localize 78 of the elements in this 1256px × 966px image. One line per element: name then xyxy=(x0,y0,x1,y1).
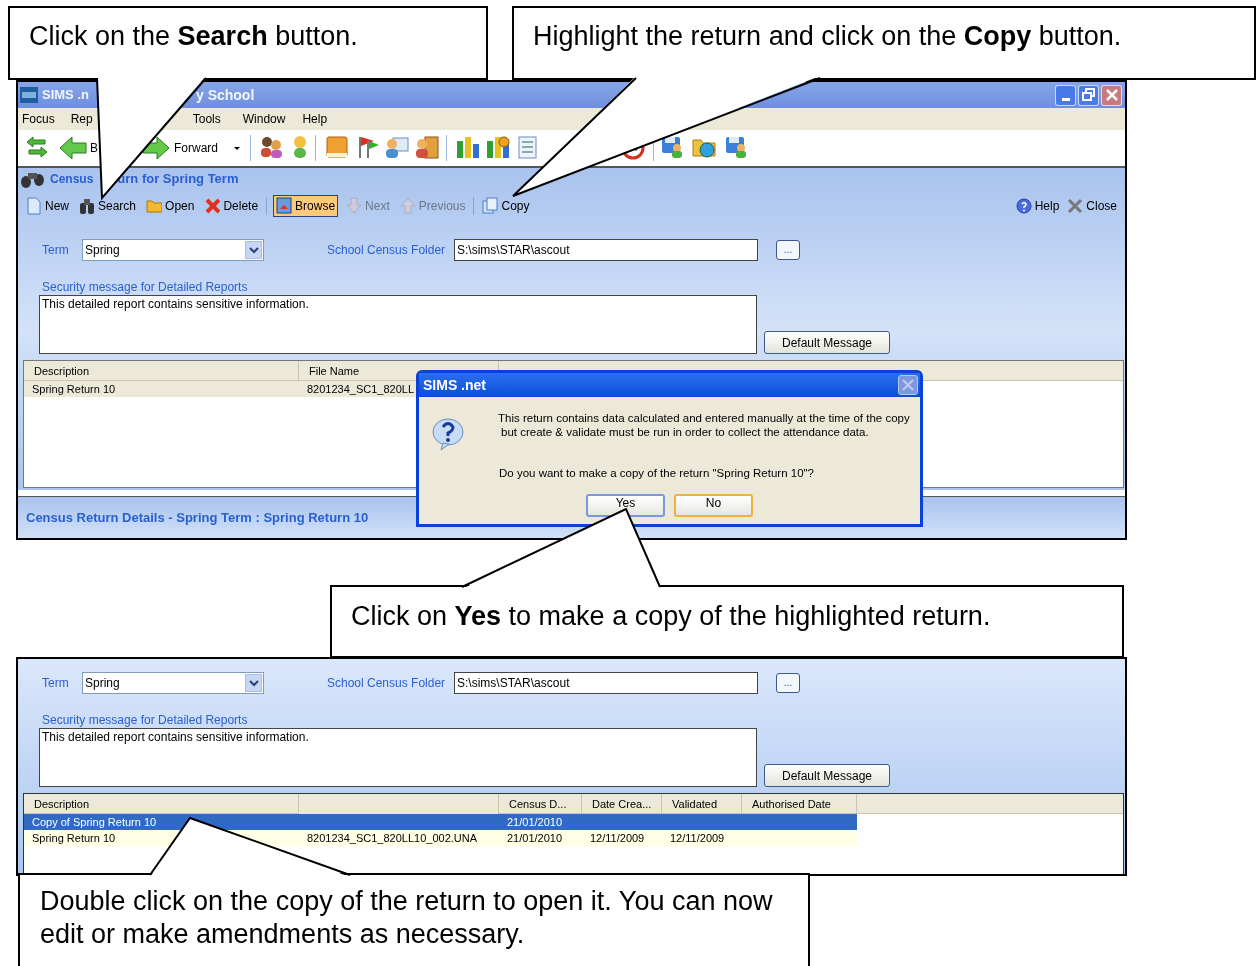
dialog-button[interactable]: No xyxy=(674,494,753,517)
back-button[interactable]: B xyxy=(59,136,98,160)
dropdown[interactable]: Spring xyxy=(82,239,264,261)
field-label: School Census Folder xyxy=(327,675,447,692)
table-cell: 21/01/2010 xyxy=(507,832,563,844)
toolbar-button[interactable]: Close xyxy=(1067,197,1117,215)
person-card-icon xyxy=(384,135,411,161)
table-cell: 8201234_SC1_820LL10_002.UNA xyxy=(307,832,478,844)
grid-row[interactable]: Copy of Spring Return 10 21/01/2010 xyxy=(24,814,857,830)
table-cell: 8201234_SC1_820LL xyxy=(307,383,415,395)
toolbar-button[interactable]: Browse xyxy=(273,195,339,217)
table-cell: 12/11/2009 xyxy=(590,832,645,844)
folder-icon xyxy=(146,197,163,215)
minimize-icon xyxy=(1061,97,1070,101)
field-label: Security message for Detailed Reports xyxy=(42,713,249,728)
close-icon xyxy=(1067,198,1084,214)
dropdown[interactable]: Spring xyxy=(82,672,264,694)
bar-chart-icon xyxy=(455,135,482,161)
table-cell: Spring Return 10 xyxy=(32,832,116,844)
help-icon xyxy=(1015,198,1032,214)
window-title: y School xyxy=(195,85,255,105)
window-title: SIMS .n xyxy=(42,86,89,105)
book-icon xyxy=(324,135,351,161)
copy-icon xyxy=(482,197,499,215)
default-message-button[interactable]: Default Message xyxy=(764,764,890,787)
toolbar-button[interactable]: Help xyxy=(1015,197,1060,215)
app-logo-icon xyxy=(20,87,38,103)
close-icon xyxy=(901,378,915,392)
question-icon xyxy=(431,417,467,453)
browse-icon xyxy=(276,197,293,215)
text-area[interactable]: This detailed report contains sensitive information. xyxy=(39,728,757,787)
left-arrow-icon xyxy=(59,136,87,160)
callout: Highlight the return and click on the Copy button. xyxy=(512,6,1256,80)
table-cell: Spring Return 10 xyxy=(32,383,116,395)
default-message-button[interactable]: Default Message xyxy=(764,331,890,354)
input-field[interactable]: S:\sims\STAR\ascout xyxy=(454,239,758,261)
toolbar-button[interactable]: Copy xyxy=(480,195,532,217)
table-cell: 21/01/2010 xyxy=(507,816,563,828)
close-button[interactable] xyxy=(898,375,918,395)
menu-item[interactable]: Tools xyxy=(192,110,221,128)
new-document-icon xyxy=(26,197,42,215)
panel-title: Census Return Details - Spring Term : Spring Return 10 xyxy=(26,510,369,525)
field-label: Term xyxy=(42,675,70,692)
browse-button[interactable]: ... xyxy=(776,673,800,693)
restore-button[interactable] xyxy=(1078,84,1099,106)
right-arrow-icon xyxy=(142,136,170,160)
text-area[interactable]: This detailed report contains sensitive information. xyxy=(39,295,757,354)
field-label: School Census Folder xyxy=(327,242,447,259)
menu-item[interactable]: Help xyxy=(302,110,328,128)
toolbar-button[interactable]: Delete xyxy=(202,195,261,217)
up-arrow-icon xyxy=(399,197,416,215)
field-label: Term xyxy=(42,242,70,259)
binoculars-icon xyxy=(79,197,95,215)
person-door-icon xyxy=(414,135,441,161)
swap-arrows-icon xyxy=(25,136,49,160)
message-text: but create & validate must be run in order to collect the attendance data. xyxy=(501,425,870,439)
grid-row[interactable]: Spring Return 10 8201234_SC1_820LL10_002.UNA 21/01/2010 12/11/2009 12/11/2009 xyxy=(24,830,857,846)
field-label: Security message for Detailed Reports xyxy=(42,280,249,295)
dialog-button[interactable]: Yes xyxy=(586,494,665,517)
table-cell: 12/11/2009 xyxy=(670,832,725,844)
cross-icon xyxy=(204,197,221,215)
minimize-button[interactable] xyxy=(1055,84,1076,106)
bar-chart-gear-icon xyxy=(485,135,512,161)
table-cell: Copy of Spring Return 10 xyxy=(32,816,157,828)
menu-item[interactable]: Focus xyxy=(22,110,55,128)
down-arrow-icon xyxy=(346,197,363,215)
message-text: Do you want to make a copy of the return "Spring Return 10"? xyxy=(499,466,815,480)
caret-icon xyxy=(234,146,241,150)
menu-item[interactable]: Rep xyxy=(70,110,93,128)
restore-icon xyxy=(1079,86,1098,104)
panel-title: Census xyxy=(50,171,94,188)
message-text: This return contains data calculated and entered manually at the time of the copy xyxy=(498,411,910,425)
browse-button[interactable]: ... xyxy=(776,240,800,260)
input-field[interactable]: S:\sims\STAR\ascout xyxy=(454,672,758,694)
toolbar-button[interactable]: Open xyxy=(144,195,197,217)
toolbar-button[interactable]: Search xyxy=(77,195,139,217)
menu-item[interactable]: Window xyxy=(242,110,286,128)
toolbar-button[interactable]: New xyxy=(24,195,71,217)
